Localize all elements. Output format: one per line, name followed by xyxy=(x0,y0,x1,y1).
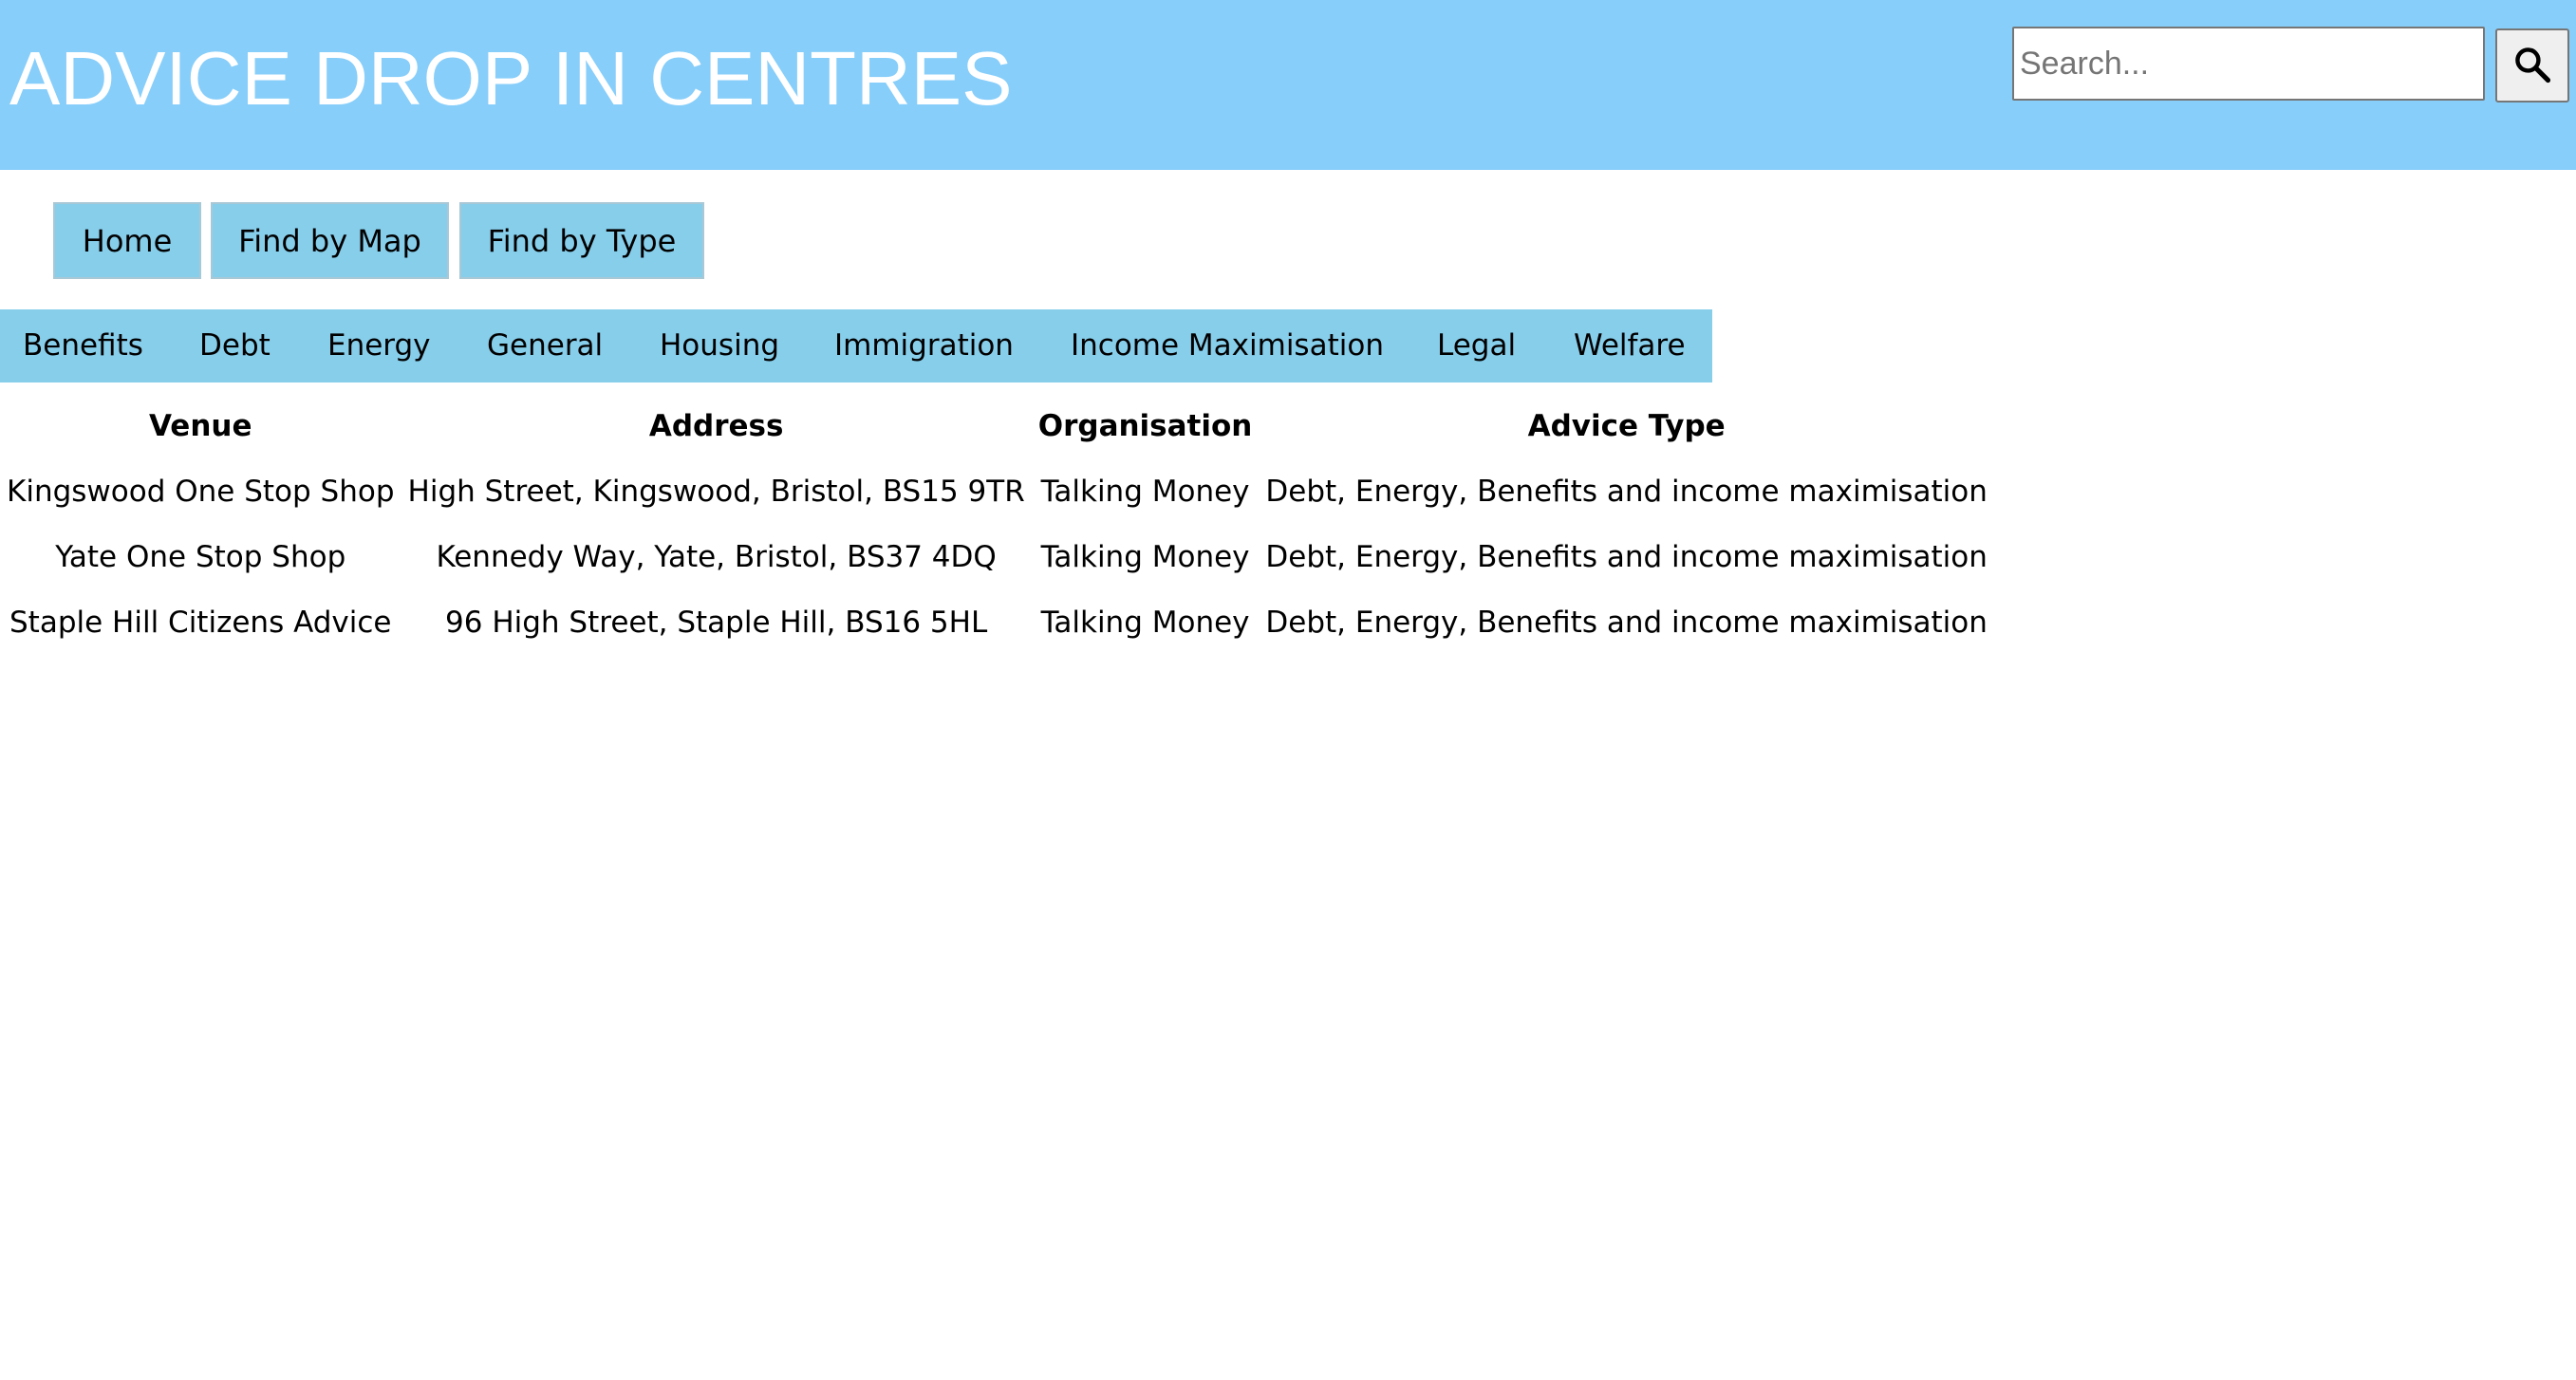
search-input[interactable] xyxy=(2012,27,2485,101)
page-title: ADVICE DROP IN CENTRES xyxy=(9,36,1013,121)
organisation-cell: Talking Money xyxy=(1040,605,1250,640)
venue-cell: Kingswood One Stop Shop xyxy=(7,474,395,509)
find-by-map-button[interactable]: Find by Map xyxy=(211,202,449,279)
organisation-cell: Talking Money xyxy=(1040,539,1250,574)
type-link-debt[interactable]: Debt xyxy=(199,309,271,382)
address-cell: High Street, Kingswood, Bristol, BS15 9T… xyxy=(407,474,1025,509)
advice-type-cell: Debt, Energy, Benefits and income maximi… xyxy=(1265,474,1988,509)
advice-type-cell: Debt, Energy, Benefits and income maximi… xyxy=(1265,605,1988,640)
address-cell: 96 High Street, Staple Hill, BS16 5HL xyxy=(445,605,988,640)
centres-table: Venue Address Organisation Advice Type K… xyxy=(0,393,1994,655)
venue-cell: Staple Hill Citizens Advice xyxy=(9,605,392,640)
column-header-venue: Venue xyxy=(149,408,252,443)
search-button[interactable] xyxy=(2495,28,2569,103)
home-button[interactable]: Home xyxy=(53,202,201,279)
table-row: Kingswood One Stop Shop High Street, Kin… xyxy=(0,458,1994,524)
site-header: ADVICE DROP IN CENTRES xyxy=(0,0,2576,170)
column-header-address: Address xyxy=(648,408,784,443)
search-icon xyxy=(2511,44,2553,88)
type-link-energy[interactable]: Energy xyxy=(327,309,431,382)
table-header-row: Venue Address Organisation Advice Type xyxy=(0,393,1994,458)
table-row: Yate One Stop Shop Kennedy Way, Yate, Br… xyxy=(0,524,1994,589)
advice-type-bar: Benefits Debt Energy General Housing Imm… xyxy=(0,309,1712,382)
venue-cell: Yate One Stop Shop xyxy=(55,539,346,574)
advice-type-cell: Debt, Energy, Benefits and income maximi… xyxy=(1265,539,1988,574)
column-header-advice-type: Advice Type xyxy=(1527,408,1726,443)
type-link-general[interactable]: General xyxy=(487,309,603,382)
type-link-benefits[interactable]: Benefits xyxy=(23,309,143,382)
column-header-organisation: Organisation xyxy=(1037,408,1253,443)
type-link-housing[interactable]: Housing xyxy=(660,309,779,382)
table-row: Staple Hill Citizens Advice 96 High Stre… xyxy=(0,589,1994,655)
type-link-legal[interactable]: Legal xyxy=(1437,309,1516,382)
address-cell: Kennedy Way, Yate, Bristol, BS37 4DQ xyxy=(436,539,997,574)
find-by-type-button[interactable]: Find by Type xyxy=(459,202,704,279)
type-link-immigration[interactable]: Immigration xyxy=(834,309,1014,382)
organisation-cell: Talking Money xyxy=(1040,474,1250,509)
type-link-income-maximisation[interactable]: Income Maximisation xyxy=(1071,309,1384,382)
type-link-welfare[interactable]: Welfare xyxy=(1574,309,1686,382)
